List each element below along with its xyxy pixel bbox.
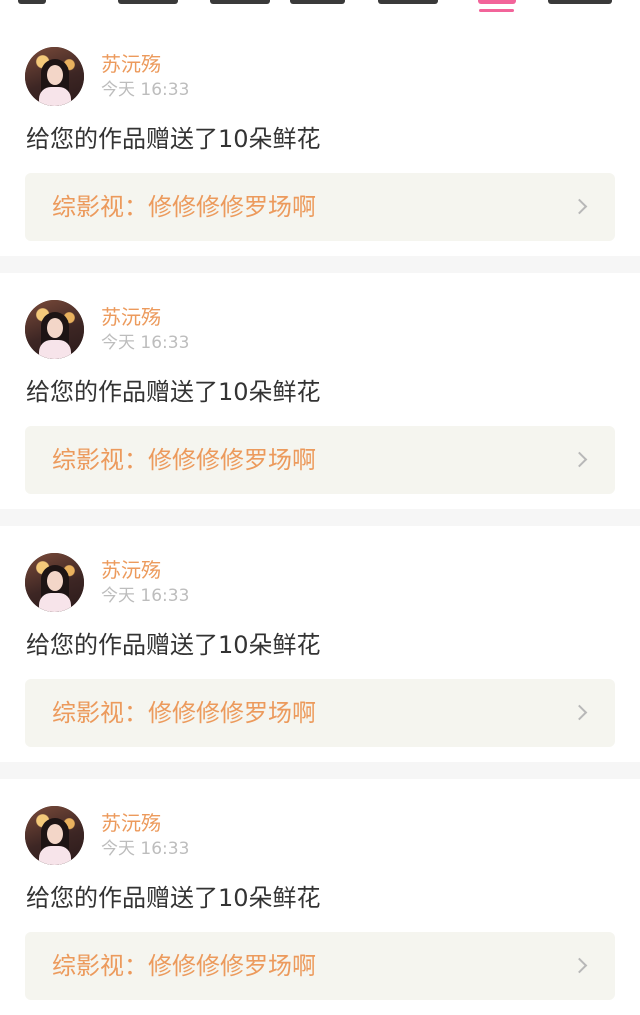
work-link[interactable]: 综影视：修修修修罗场啊	[25, 173, 615, 241]
active-tab-indicator	[479, 9, 514, 12]
divider	[0, 509, 640, 526]
avatar[interactable]	[25, 47, 84, 106]
username[interactable]: 苏沅殇	[101, 53, 161, 75]
tab-partial[interactable]	[290, 0, 345, 4]
timestamp: 今天 16:33	[101, 333, 190, 353]
tab-partial[interactable]	[18, 0, 46, 4]
chevron-right-icon	[571, 704, 588, 721]
tab-partial[interactable]	[548, 0, 612, 4]
notification-message: 给您的作品赠送了10朵鲜花	[26, 884, 321, 912]
tab-partial[interactable]	[378, 0, 438, 4]
chevron-right-icon	[571, 198, 588, 215]
work-link[interactable]: 综影视：修修修修罗场啊	[25, 679, 615, 747]
avatar[interactable]	[25, 806, 84, 865]
divider	[0, 256, 640, 273]
notification-message: 给您的作品赠送了10朵鲜花	[26, 631, 321, 659]
timestamp: 今天 16:33	[101, 839, 190, 859]
work-link[interactable]: 综影视：修修修修罗场啊	[25, 932, 615, 1000]
work-title: 综影视：修修修修罗场啊	[52, 446, 316, 474]
tab-bar	[0, 0, 640, 20]
divider	[0, 762, 640, 779]
notification-message: 给您的作品赠送了10朵鲜花	[26, 378, 321, 406]
username[interactable]: 苏沅殇	[101, 812, 161, 834]
work-title: 综影视：修修修修罗场啊	[52, 193, 316, 221]
tab-partial[interactable]	[118, 0, 178, 4]
work-title: 综影视：修修修修罗场啊	[52, 699, 316, 727]
notification-item: 苏沅殇 今天 16:33 给您的作品赠送了10朵鲜花 综影视：修修修修罗场啊	[0, 273, 640, 509]
notification-list: 苏沅殇 今天 16:33 给您的作品赠送了10朵鲜花 综影视：修修修修罗场啊 苏…	[0, 20, 640, 1015]
avatar[interactable]	[25, 553, 84, 612]
notification-item: 苏沅殇 今天 16:33 给您的作品赠送了10朵鲜花 综影视：修修修修罗场啊	[0, 779, 640, 1015]
chevron-right-icon	[571, 451, 588, 468]
notification-item: 苏沅殇 今天 16:33 给您的作品赠送了10朵鲜花 综影视：修修修修罗场啊	[0, 526, 640, 762]
timestamp: 今天 16:33	[101, 80, 190, 100]
notification-item: 苏沅殇 今天 16:33 给您的作品赠送了10朵鲜花 综影视：修修修修罗场啊	[0, 20, 640, 256]
notification-message: 给您的作品赠送了10朵鲜花	[26, 125, 321, 153]
tab-partial[interactable]	[210, 0, 270, 4]
work-link[interactable]: 综影视：修修修修罗场啊	[25, 426, 615, 494]
avatar[interactable]	[25, 300, 84, 359]
tab-active-partial[interactable]	[478, 0, 516, 4]
username[interactable]: 苏沅殇	[101, 306, 161, 328]
username[interactable]: 苏沅殇	[101, 559, 161, 581]
work-title: 综影视：修修修修罗场啊	[52, 952, 316, 980]
timestamp: 今天 16:33	[101, 586, 190, 606]
chevron-right-icon	[571, 957, 588, 974]
